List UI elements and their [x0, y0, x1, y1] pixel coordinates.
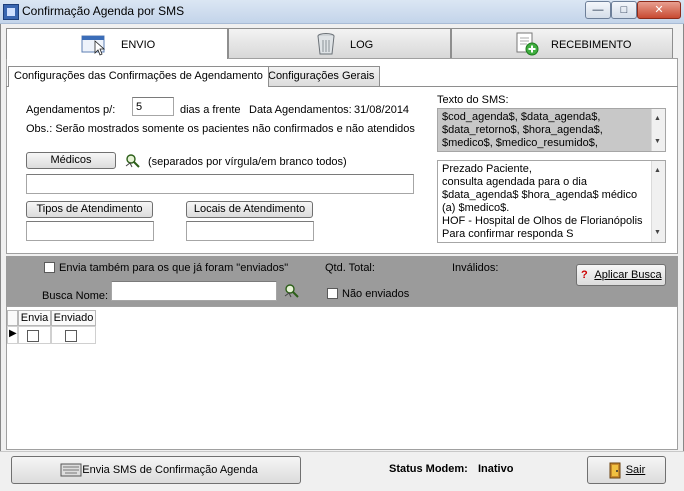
- search-people-icon[interactable]: [124, 152, 142, 170]
- tab-log-label: LOG: [350, 39, 374, 51]
- dias-label: dias a frente: [180, 104, 241, 116]
- row-indicator: ▶: [7, 326, 18, 344]
- window-title: Confirmação Agenda por SMS: [22, 4, 185, 18]
- sms-message-line: (a) $medico$.: [442, 202, 510, 214]
- send-sms-label: Envia SMS de Confirmação Agenda: [82, 464, 258, 476]
- aplicar-busca-label: Aplicar Busca: [594, 269, 662, 281]
- sms-variable-line: $data_retorno$, $hora_agenda$,: [442, 124, 603, 136]
- dias-input[interactable]: [132, 97, 174, 116]
- data-agendamentos-value: 31/08/2014: [354, 104, 410, 116]
- envia-tambem-label: Envia também para os que já foram "envia…: [59, 262, 289, 274]
- locais-atendimento-button[interactable]: Locais de Atendimento: [186, 201, 313, 218]
- sms-message-box[interactable]: Prezado Paciente, consulta agendada para…: [437, 160, 666, 243]
- exit-door-icon: [609, 462, 621, 479]
- status-modem-label: Status Modem:: [389, 463, 468, 475]
- busca-nome-input[interactable]: [111, 281, 277, 301]
- column-header-envia[interactable]: Envia: [18, 310, 51, 326]
- search-people-icon[interactable]: [283, 282, 301, 300]
- locais-atendimento-input[interactable]: [186, 221, 314, 241]
- variables-scrollbar[interactable]: ▲ ▼: [651, 109, 665, 151]
- scroll-up-icon[interactable]: ▲: [654, 164, 661, 177]
- app-icon: [3, 4, 19, 20]
- tab-log[interactable]: LOG: [228, 28, 451, 58]
- table-row[interactable]: [51, 326, 96, 344]
- keyboard-icon: [60, 463, 82, 477]
- tab-configuracoes-agendamento[interactable]: Configurações das Confirmações de Agenda…: [8, 66, 269, 87]
- tab-configuracoes-gerais[interactable]: Configurações Gerais: [262, 66, 381, 86]
- maximize-button[interactable]: □: [611, 1, 637, 19]
- nao-enviados-checkbox[interactable]: [327, 288, 338, 299]
- obs-text: Obs.: Serão mostrados somente os pacient…: [26, 123, 415, 135]
- table-row[interactable]: [18, 326, 51, 344]
- tab-recebimento[interactable]: RECEBIMENTO: [451, 28, 673, 58]
- tab-recebimento-label: RECEBIMENTO: [551, 39, 632, 51]
- sms-message-line: $data_agenda$ $hora_agenda$ médico: [442, 189, 638, 201]
- document-add-icon: [516, 32, 539, 56]
- qtd-total-label: Qtd. Total:: [325, 262, 375, 274]
- tab-envio-label: ENVIO: [121, 39, 156, 51]
- scroll-up-icon[interactable]: ▲: [654, 112, 661, 125]
- tipos-atendimento-button[interactable]: Tipos de Atendimento: [26, 201, 153, 218]
- envelope-cursor-icon: [81, 35, 106, 56]
- medicos-hint: (separados por vírgula/em branco todos): [148, 156, 347, 168]
- sms-message-line: consulta agendada para o dia: [442, 176, 587, 188]
- grid-corner: [7, 310, 18, 326]
- sms-variables-box[interactable]: $cod_agenda$, $data_agenda$, $data_retor…: [437, 108, 666, 152]
- help-search-icon: ?: [581, 269, 588, 281]
- title-bar: Confirmação Agenda por SMS — □ ✕: [0, 0, 684, 24]
- data-agendamentos-label: Data Agendamentos:: [249, 104, 352, 116]
- trash-bin-icon: [317, 33, 335, 55]
- sms-message-line: HOF - Hospital de Olhos de Florianópolis: [442, 215, 643, 227]
- send-sms-button[interactable]: Envia SMS de Confirmação Agenda: [11, 456, 301, 484]
- busca-nome-label: Busca Nome:: [42, 290, 109, 302]
- tipos-atendimento-input[interactable]: [26, 221, 154, 241]
- row-pointer-icon: ▶: [9, 328, 17, 339]
- exit-label: Sair: [625, 464, 646, 476]
- medicos-button[interactable]: Médicos: [26, 152, 116, 169]
- sms-message-line: Para confirmar responda S: [442, 228, 574, 240]
- enviado-cell-checkbox[interactable]: [65, 330, 77, 342]
- exit-button[interactable]: Sair: [587, 456, 666, 484]
- sms-variable-line: $cod_agenda$, $data_agenda$,: [442, 111, 601, 123]
- aplicar-busca-button[interactable]: ? Aplicar Busca: [576, 264, 666, 286]
- message-scrollbar[interactable]: ▲ ▼: [651, 161, 665, 242]
- texto-sms-label: Texto do SMS:: [437, 94, 509, 106]
- nao-enviados-label: Não enviados: [342, 288, 410, 300]
- envia-cell-checkbox[interactable]: [27, 330, 39, 342]
- status-modem-value: Inativo: [478, 463, 514, 475]
- sms-message-line: Prezado Paciente,: [442, 163, 532, 175]
- close-button[interactable]: ✕: [637, 1, 681, 19]
- medicos-input[interactable]: [26, 174, 414, 194]
- column-header-enviado[interactable]: Enviado: [51, 310, 96, 326]
- agendamentos-label: Agendamentos p/:: [26, 104, 116, 116]
- tab-envio[interactable]: ENVIO: [6, 28, 228, 59]
- sms-variable-line: $medico$, $medico_resumido$,: [442, 137, 598, 149]
- scroll-down-icon[interactable]: ▼: [654, 226, 661, 239]
- results-grid[interactable]: [6, 306, 678, 450]
- invalidos-label: Inválidos:: [452, 262, 499, 274]
- scroll-down-icon[interactable]: ▼: [654, 135, 661, 148]
- minimize-button[interactable]: —: [585, 1, 611, 19]
- envia-tambem-checkbox[interactable]: [44, 262, 55, 273]
